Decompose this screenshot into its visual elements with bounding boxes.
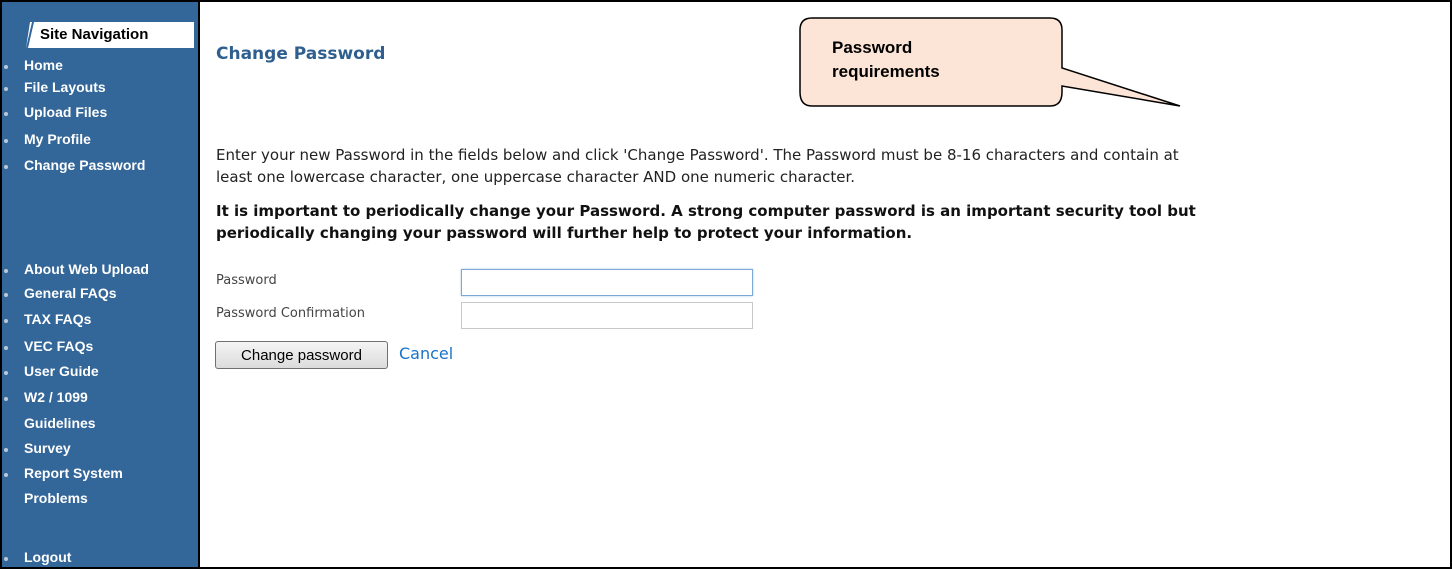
password-confirmation-label: Password Confirmation [216,306,365,321]
nav-item-tax-faqs[interactable]: TAX FAQs [24,310,91,328]
nav-item-file-layouts[interactable]: File Layouts [24,78,106,96]
nav-item-change-password[interactable]: Change Password [24,156,145,174]
bullet-icon [4,319,8,323]
nav-item-general-faqs[interactable]: General FAQs [24,284,117,302]
site-navigation-sidebar: Site Navigation Home File Layouts Upload… [2,2,200,567]
bullet-icon [4,557,8,561]
bullet-icon [4,87,8,91]
bullet-icon [4,473,8,477]
nav-item-logout[interactable]: Logout [24,548,71,566]
nav-item-my-profile[interactable]: My Profile [24,130,91,148]
nav-item-upload-files[interactable]: Upload Files [24,103,107,121]
password-input[interactable] [461,269,753,296]
password-label: Password [216,273,277,288]
security-warning-line-1: It is important to periodically change y… [216,202,1196,220]
bullet-icon [4,139,8,143]
nav-item-survey[interactable]: Survey [24,439,71,457]
nav-item-user-guide[interactable]: User Guide [24,362,99,380]
bullet-icon [4,269,8,273]
password-confirmation-input[interactable] [461,302,753,329]
page-title: Change Password [216,44,386,64]
cancel-link[interactable]: Cancel [399,344,453,363]
site-navigation-title: Site Navigation [40,26,149,43]
nav-item-problems[interactable]: Problems [24,489,88,507]
nav-item-home[interactable]: Home [24,56,63,74]
site-navigation-header: Site Navigation [26,22,194,48]
bullet-icon [4,397,8,401]
bullet-icon [4,112,8,116]
nav-item-w2-1099[interactable]: W2 / 1099 [24,388,88,406]
bullet-icon [4,293,8,297]
instructions-line-1: Enter your new Password in the fields be… [216,146,1179,164]
bullet-icon [4,65,8,69]
header-accent [26,22,34,48]
bullet-icon [4,371,8,375]
callout-text: Password requirements [832,36,1052,84]
nav-item-vec-faqs[interactable]: VEC FAQs [24,337,93,355]
instructions-line-2: least one lowercase character, one upper… [216,168,856,186]
nav-item-report-system[interactable]: Report System [24,464,123,482]
bullet-icon [4,448,8,452]
bullet-icon [4,165,8,169]
security-warning-line-2: periodically changing your password will… [216,224,913,242]
change-password-button[interactable]: Change password [215,341,388,369]
callout-line-2: requirements [832,62,940,81]
nav-item-about-web-upload[interactable]: About Web Upload [24,260,149,278]
bullet-icon [4,346,8,350]
nav-item-guidelines[interactable]: Guidelines [24,414,96,432]
callout-line-1: Password [832,38,913,57]
